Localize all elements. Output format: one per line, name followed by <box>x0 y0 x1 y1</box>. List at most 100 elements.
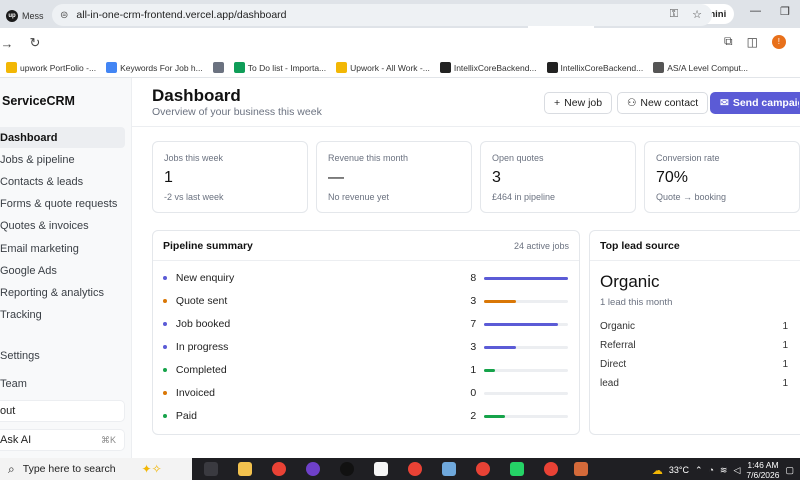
app-icon[interactable] <box>374 462 388 476</box>
bookmark-item[interactable]: upwork PortFolio -... <box>6 62 96 73</box>
ask-ai-button[interactable]: Ask AI ⌘K <box>0 429 125 451</box>
new-contact-button[interactable]: ⚇ New contact <box>617 92 709 114</box>
pipeline-stage-count: 8 <box>470 272 477 284</box>
header-divider <box>132 126 800 127</box>
sidebar-item-jobs-pipeline[interactable]: Jobs & pipeline <box>0 149 125 170</box>
bookmark-item[interactable]: Upwork - All Work -... <box>336 62 430 73</box>
pipeline-summary-panel: Pipeline summary 24 active jobs New enqu… <box>152 230 580 435</box>
pipeline-row[interactable]: New enquiry 8 <box>163 270 569 286</box>
password-key-icon[interactable]: ⚿ <box>670 8 678 21</box>
bookmark-item[interactable]: To Do list - Importa... <box>233 62 327 73</box>
notification-icon[interactable]: ▢ <box>785 465 794 476</box>
minimize-icon[interactable]: — <box>750 5 761 17</box>
reload-icon[interactable]: ↻ <box>24 35 46 51</box>
taskbar-search[interactable]: ⌕ Type here to search ✦✧ <box>0 458 192 480</box>
tray-arrow-icon[interactable]: ⌃ <box>695 465 703 476</box>
bookmark-item[interactable]: Keywords For Job h... <box>106 62 203 73</box>
volume-icon[interactable]: ◁ <box>733 465 740 476</box>
sidebar-item-quotes-invoices[interactable]: Quotes & invoices <box>0 216 125 237</box>
search-icon: ⌕ <box>8 461 15 476</box>
omnibox[interactable]: ⊜ all-in-one-crm-frontend.vercel.app/das… <box>52 4 712 26</box>
chrome-profile-icon[interactable] <box>408 462 422 476</box>
sidebar-item-label: Email marketing <box>0 242 79 255</box>
bookmark-icon <box>336 62 348 73</box>
sidebar-item-contacts-leads[interactable]: Contacts & leads <box>0 171 125 192</box>
bookmark-item[interactable]: AS/A Level Comput... <box>653 62 748 73</box>
logout-label: out <box>0 405 16 417</box>
lead-source-row: Organic 1 <box>600 321 788 335</box>
sidebar-item-settings[interactable]: Settings <box>0 345 125 366</box>
github-icon[interactable] <box>306 462 320 476</box>
chrome-profile-2-icon[interactable] <box>476 462 490 476</box>
site-info-icon[interactable]: ⊜ <box>60 10 68 21</box>
bookmark-label: To Do list - Importa... <box>247 62 327 73</box>
panel-title: Pipeline summary <box>163 240 253 252</box>
wifi-icon[interactable]: ≋ <box>720 465 728 476</box>
forward-icon[interactable]: → <box>0 36 14 51</box>
sidebar-item-team[interactable]: Team <box>0 373 125 394</box>
pipeline-bar-fill <box>484 368 495 372</box>
pipeline-row[interactable]: Quote sent 3 <box>163 293 569 309</box>
page-subtitle: Overview of your business this week <box>152 106 322 118</box>
sidebar-item-google-ads[interactable]: Google Ads <box>0 260 125 281</box>
bookmark-label: Keywords For Job h... <box>120 62 203 73</box>
bookmark-item[interactable]: IntellixCoreBackend... <box>546 62 643 73</box>
stat-label: Conversion rate <box>656 153 720 163</box>
url-text[interactable]: all-in-one-crm-frontend.vercel.app/dashb… <box>76 9 286 21</box>
sidebar-item-email-marketing[interactable]: Email marketing <box>0 238 125 259</box>
pipeline-row[interactable]: Completed 1 <box>163 362 569 378</box>
pipeline-row[interactable]: Job booked 7 <box>163 316 569 332</box>
weather-icon[interactable]: ☁ <box>652 464 663 477</box>
pipeline-stage-count: 7 <box>470 318 477 330</box>
maximize-icon[interactable]: ❐ <box>780 5 790 18</box>
pipeline-bar-track <box>484 322 569 326</box>
stat-subtext: £464 in pipeline <box>492 192 556 202</box>
bookmark-star-icon[interactable]: ☆ <box>692 8 702 21</box>
taskbar-search-placeholder: Type here to search <box>22 463 116 475</box>
sidebar-item-label: Google Ads <box>0 264 57 277</box>
system-tray: ☁ 33°C ⌃ ◔ ≋ ◁ 1:46 AM 7/6/2026 ▢ <box>652 460 794 480</box>
sidebar-item-forms-quote-requests[interactable]: Forms & quote requests <box>0 194 125 215</box>
sidebar-item-label: Forms & quote requests <box>0 198 118 211</box>
pipeline-bar-fill <box>484 322 558 326</box>
temperature: 33°C <box>668 465 689 475</box>
pipeline-row[interactable]: Paid 2 <box>163 408 569 424</box>
extensions-icon[interactable]: ⧉ <box>724 34 733 49</box>
pipeline-row[interactable]: Invoiced 0 <box>163 385 569 401</box>
lead-source-count: 1 <box>782 321 788 332</box>
lead-source-row: Referral 1 <box>600 340 788 354</box>
stat-value: 1 <box>164 169 173 186</box>
pipeline-bar-fill <box>484 299 516 303</box>
bookmark-item[interactable]: IntellixCoreBackend... <box>439 62 537 73</box>
whatsapp-icon[interactable] <box>510 462 524 476</box>
pipeline-row[interactable]: In progress 3 <box>163 339 569 355</box>
file-explorer-icon[interactable] <box>238 462 252 476</box>
upwork-icon[interactable] <box>340 462 354 476</box>
logout-button[interactable]: out <box>0 400 125 422</box>
lead-source-count: 1 <box>782 359 788 370</box>
stat-value: 70% <box>656 169 689 186</box>
profile-avatar[interactable]: ! <box>771 34 786 49</box>
chrome-icon[interactable] <box>272 462 286 476</box>
notes-icon[interactable] <box>442 462 456 476</box>
page-title: Dashboard <box>152 86 241 105</box>
status-dot-icon <box>163 368 167 372</box>
active-app-icon[interactable] <box>574 462 588 476</box>
network-icon[interactable]: ◔ <box>708 465 713 475</box>
sidebar-item-dashboard[interactable]: Dashboard <box>0 127 125 148</box>
send-campaign-button[interactable]: ✉ Send campaign <box>710 92 800 114</box>
chrome-labs-icon[interactable]: ◫ <box>747 35 758 49</box>
sidebar: ServiceCRM Dashboard Jobs & pipeline Conta… <box>0 78 132 458</box>
chrome-profile-3-icon[interactable] <box>544 462 558 476</box>
task-view-icon[interactable] <box>204 462 218 476</box>
bookmark-item[interactable] <box>212 62 224 73</box>
sidebar-item-reporting-analytics[interactable]: Reporting & analytics <box>0 282 125 303</box>
new-job-button[interactable]: + New job <box>544 92 613 114</box>
sidebar-item-tracking[interactable]: Tracking <box>0 305 125 326</box>
stat-card: Jobs this week 1 -2 vs last week <box>152 141 308 213</box>
clock[interactable]: 1:46 AM 7/6/2026 <box>746 460 779 480</box>
bookmark-icon <box>233 62 245 73</box>
address-bar-row: → ↻ <box>0 28 800 58</box>
plus-icon: + <box>554 97 561 109</box>
lead-source-label: lead <box>600 378 619 389</box>
